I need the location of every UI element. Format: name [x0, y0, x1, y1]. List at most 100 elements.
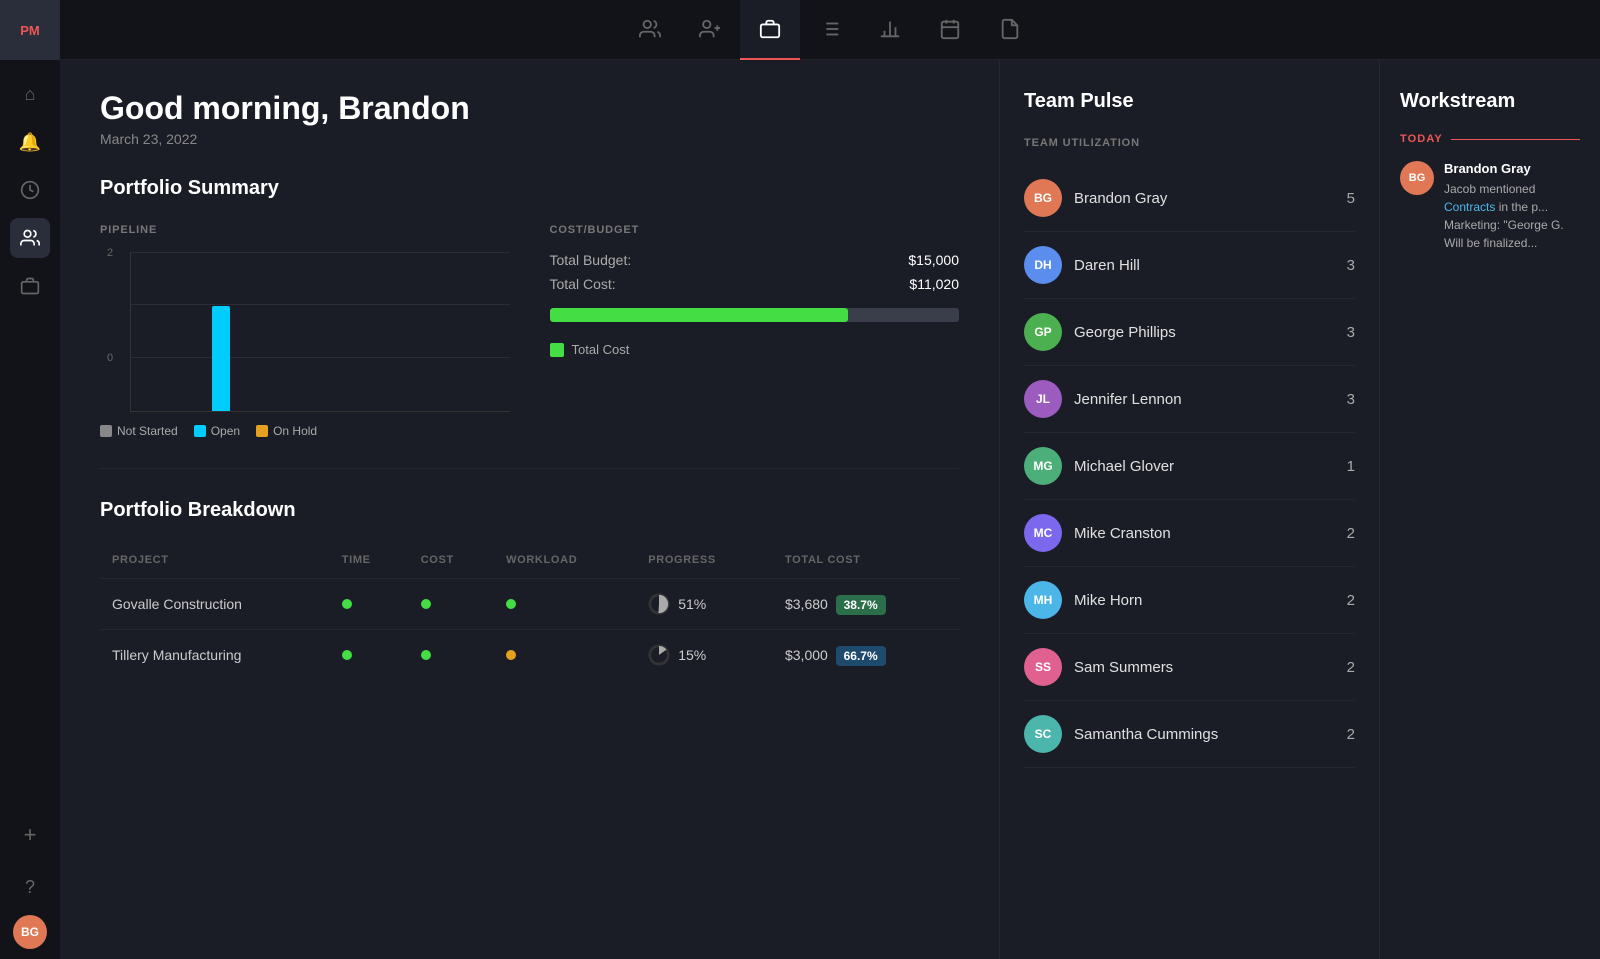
pipeline-section: PIPELINE 2 0 Not Star: [100, 224, 510, 438]
team-member-row[interactable]: GP George Phillips 3: [1024, 299, 1355, 366]
sidebar-bottom: + ? BG: [10, 811, 50, 959]
topnav-calendar[interactable]: [920, 0, 980, 60]
sidebar-help-button[interactable]: ?: [10, 867, 50, 907]
project-name: Tillery Manufacturing: [100, 630, 330, 681]
project-name: Govalle Construction: [100, 579, 330, 630]
team-member-count: 5: [1347, 190, 1355, 207]
team-member-row[interactable]: SS Sam Summers 2: [1024, 634, 1355, 701]
on-hold-dot: [256, 425, 268, 437]
pipeline-label: PIPELINE: [100, 224, 510, 236]
workstream-link[interactable]: Contracts: [1444, 200, 1495, 214]
topnav-list[interactable]: [800, 0, 860, 60]
budget-bar-fill: [550, 308, 849, 322]
team-member-name: Michael Glover: [1074, 458, 1347, 475]
team-avatar: MG: [1024, 447, 1062, 485]
open-dot: [194, 425, 206, 437]
cost-legend-dot: [550, 343, 564, 357]
team-member-row[interactable]: BG Brandon Gray 5: [1024, 165, 1355, 232]
team-member-row[interactable]: MH Mike Horn 2: [1024, 567, 1355, 634]
time-status: [330, 630, 409, 681]
team-avatar: JL: [1024, 380, 1062, 418]
team-member-name: Mike Cranston: [1074, 525, 1347, 542]
main-panel: Good morning, Brandon March 23, 2022 Por…: [60, 60, 1000, 959]
team-member-name: Sam Summers: [1074, 659, 1347, 676]
total-cost-cell: $3,680 38.7%: [773, 579, 959, 630]
team-member-row[interactable]: MC Mike Cranston 2: [1024, 500, 1355, 567]
portfolio-summary-title: Portfolio Summary: [100, 177, 959, 200]
team-member-row[interactable]: SC Samantha Cummings 2: [1024, 701, 1355, 768]
team-member-row[interactable]: MG Michael Glover 1: [1024, 433, 1355, 500]
cost-status: [409, 630, 494, 681]
team-member-count: 1: [1347, 458, 1355, 475]
portfolio-breakdown-title: Portfolio Breakdown: [100, 499, 959, 522]
not-started-dot: [100, 425, 112, 437]
topnav-chart-bars[interactable]: [860, 0, 920, 60]
table-row[interactable]: Govalle Construction 51% $3,680 38.7%: [100, 579, 959, 630]
app-logo: PM: [0, 0, 60, 60]
sidebar-item-work[interactable]: [10, 266, 50, 306]
workload-status: [494, 579, 636, 630]
sidebar-item-people[interactable]: [10, 218, 50, 258]
col-cost: COST: [409, 546, 494, 579]
team-member-count: 2: [1347, 592, 1355, 609]
table-row[interactable]: Tillery Manufacturing 15% $3,000 66.7%: [100, 630, 959, 681]
team-pulse-panel: Team Pulse TEAM UTILIZATION BG Brandon G…: [1000, 60, 1380, 959]
user-avatar[interactable]: BG: [13, 915, 47, 949]
topnav-user-add[interactable]: [680, 0, 740, 60]
team-avatar: MC: [1024, 514, 1062, 552]
main-wrapper: Good morning, Brandon March 23, 2022 Por…: [60, 0, 1600, 959]
cost-budget-label: COST/BUDGET: [550, 224, 960, 236]
col-project: PROJECT: [100, 546, 330, 579]
team-utilization-label: TEAM UTILIZATION: [1024, 137, 1355, 149]
topnav-users-group[interactable]: [620, 0, 680, 60]
top-navigation: [60, 0, 1600, 60]
team-avatar: SC: [1024, 715, 1062, 753]
team-member-count: 2: [1347, 659, 1355, 676]
total-cost-cell: $3,000 66.7%: [773, 630, 959, 681]
greeting-date: March 23, 2022: [100, 131, 959, 147]
team-member-name: Daren Hill: [1074, 257, 1347, 274]
col-progress: PROGRESS: [636, 546, 773, 579]
col-total-cost: TOTAL COST: [773, 546, 959, 579]
bar-open: [212, 306, 230, 411]
workstream-person-name: Brandon Gray: [1444, 161, 1580, 176]
workstream-avatar: BG: [1400, 161, 1434, 195]
workload-status: [494, 630, 636, 681]
sidebar-item-home[interactable]: ⌂: [10, 74, 50, 114]
progress-cell: 15%: [636, 630, 773, 681]
today-label: TODAY: [1400, 133, 1580, 145]
topnav-briefcase[interactable]: [740, 0, 800, 60]
team-member-name: Brandon Gray: [1074, 190, 1347, 207]
workstream-panel: Workstream TODAY BG Brandon Gray Jacob m…: [1380, 60, 1600, 959]
team-member-count: 2: [1347, 525, 1355, 542]
budget-bar-container: [550, 308, 960, 322]
cost-legend: Total Cost: [550, 342, 960, 357]
legend-not-started: Not Started: [100, 424, 178, 438]
cost-budget-section: COST/BUDGET Total Budget: $15,000 Total …: [550, 224, 960, 438]
cost-status: [409, 579, 494, 630]
chart-legend: Not Started Open On Hold: [100, 424, 510, 438]
portfolio-summary-grid: PIPELINE 2 0 Not Star: [100, 224, 959, 438]
team-avatar: DH: [1024, 246, 1062, 284]
team-member-row[interactable]: DH Daren Hill 3: [1024, 232, 1355, 299]
greeting-title: Good morning, Brandon: [100, 90, 959, 127]
col-time: TIME: [330, 546, 409, 579]
col-workload: WORKLOAD: [494, 546, 636, 579]
team-avatar: SS: [1024, 648, 1062, 686]
team-member-row[interactable]: JL Jennifer Lennon 3: [1024, 366, 1355, 433]
team-avatar: MH: [1024, 581, 1062, 619]
team-avatar: BG: [1024, 179, 1062, 217]
sidebar-item-notifications[interactable]: 🔔: [10, 122, 50, 162]
workstream-item: BG Brandon Gray Jacob mentioned Contract…: [1400, 161, 1580, 252]
time-status: [330, 579, 409, 630]
sidebar-item-clock[interactable]: [10, 170, 50, 210]
divider: [100, 468, 959, 469]
workstream-title: Workstream: [1400, 90, 1580, 113]
team-member-name: Samantha Cummings: [1074, 726, 1347, 743]
sidebar-add-button[interactable]: +: [10, 815, 50, 855]
breakdown-table: PROJECT TIME COST WORKLOAD PROGRESS TOTA…: [100, 546, 959, 680]
topnav-document[interactable]: [980, 0, 1040, 60]
team-member-count: 3: [1347, 324, 1355, 341]
team-member-name: Jennifer Lennon: [1074, 391, 1347, 408]
workstream-content: Jacob mentioned Contracts in the p... Ma…: [1444, 180, 1580, 252]
